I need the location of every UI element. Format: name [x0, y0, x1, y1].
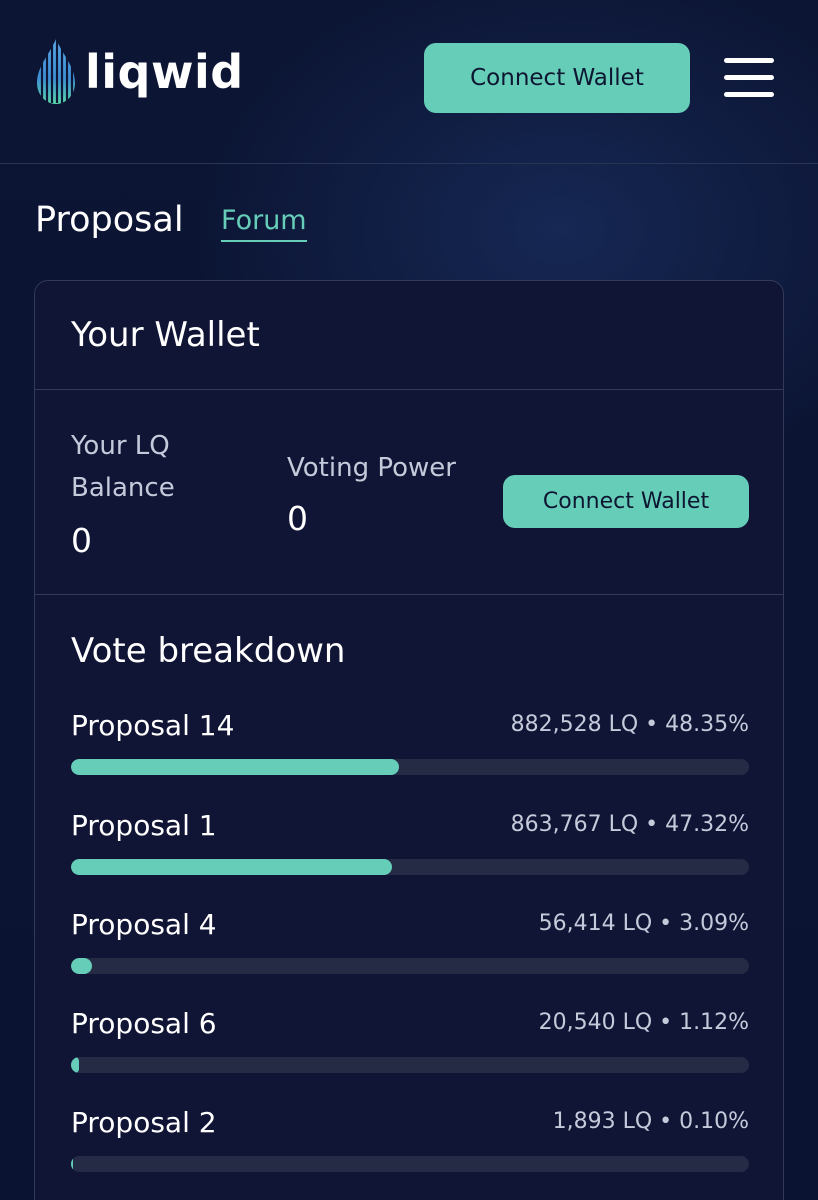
- wallet-card: Your Wallet Your LQ Balance 0 Voting Pow…: [34, 280, 784, 1200]
- vote-stats: 1,893 LQ • 0.10%: [552, 1109, 749, 1134]
- vote-row: Proposal 4 56,414 LQ • 3.09%: [71, 908, 749, 988]
- top-header: liqwid Connect Wallet: [0, 0, 818, 164]
- logo[interactable]: liqwid: [33, 36, 244, 108]
- vote-progress-track: [71, 1057, 749, 1073]
- voting-power-value: 0: [287, 499, 308, 538]
- vote-proposal-name: Proposal 6: [71, 1007, 217, 1040]
- vote-row: Proposal 2 1,893 LQ • 0.10%: [71, 1106, 749, 1186]
- liqwid-drop-icon: [37, 39, 75, 104]
- vote-progress-fill: [71, 759, 399, 775]
- vote-stats: 56,414 LQ • 3.09%: [538, 911, 749, 936]
- divider: [35, 389, 783, 390]
- connect-wallet-button[interactable]: Connect Wallet: [424, 43, 690, 113]
- vote-proposal-name: Proposal 1: [71, 809, 217, 842]
- vote-progress-fill: [71, 859, 392, 875]
- vote-progress-fill: [71, 958, 92, 974]
- tab-proposal[interactable]: Proposal: [35, 200, 184, 240]
- lq-balance-label: Your LQ Balance: [71, 431, 175, 503]
- vote-progress-fill: [71, 1156, 73, 1172]
- vote-proposal-name: Proposal 2: [71, 1106, 217, 1139]
- vote-progress-track: [71, 759, 749, 775]
- vote-progress-track: [71, 859, 749, 875]
- vote-breakdown-title: Vote breakdown: [71, 631, 346, 671]
- card-connect-wallet-button[interactable]: Connect Wallet: [503, 475, 749, 528]
- divider: [35, 594, 783, 595]
- vote-proposal-name: Proposal 4: [71, 908, 217, 941]
- vote-stats: 20,540 LQ • 1.12%: [538, 1010, 749, 1035]
- vote-stats: 863,767 LQ • 47.32%: [510, 812, 749, 837]
- vote-progress-track: [71, 958, 749, 974]
- lq-balance-value: 0: [71, 521, 92, 560]
- page: liqwid Connect Wallet Proposal Forum You…: [0, 0, 818, 1200]
- vote-stats: 882,528 LQ • 48.35%: [510, 712, 749, 737]
- vote-progress-fill: [71, 1057, 79, 1073]
- vote-proposal-name: Proposal 14: [71, 709, 235, 742]
- hamburger-menu-icon[interactable]: [724, 58, 776, 98]
- vote-row: Proposal 1 863,767 LQ • 47.32%: [71, 809, 749, 889]
- vote-progress-track: [71, 1156, 749, 1172]
- tab-forum[interactable]: Forum: [221, 205, 307, 242]
- vote-row: Proposal 6 20,540 LQ • 1.12%: [71, 1007, 749, 1087]
- vote-row: Proposal 14 882,528 LQ • 48.35%: [71, 709, 749, 789]
- voting-power-label: Voting Power: [287, 453, 456, 483]
- wallet-card-title: Your Wallet: [71, 315, 260, 355]
- logo-text: liqwid: [85, 45, 244, 99]
